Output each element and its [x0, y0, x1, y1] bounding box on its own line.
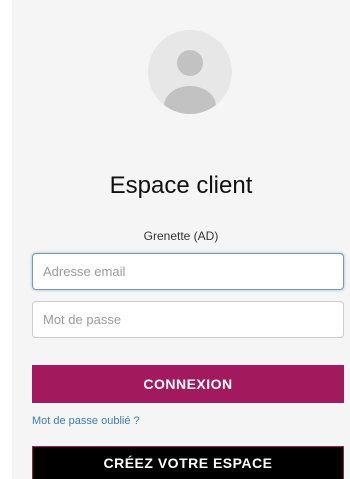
login-page: Espace client Grenette (AD) CONNEXION Mo…: [0, 0, 350, 479]
site-subtitle: Grenette (AD): [143, 229, 219, 243]
forgot-password-link[interactable]: Mot de passe oublié ?: [32, 415, 140, 427]
create-account-button[interactable]: CRÉEZ VOTRE ESPACE: [32, 446, 344, 479]
page-title: Espace client: [109, 172, 253, 199]
email-field[interactable]: [32, 253, 344, 290]
password-field[interactable]: [32, 301, 344, 338]
user-avatar-icon: [148, 30, 232, 114]
connexion-button[interactable]: CONNEXION: [32, 365, 344, 403]
